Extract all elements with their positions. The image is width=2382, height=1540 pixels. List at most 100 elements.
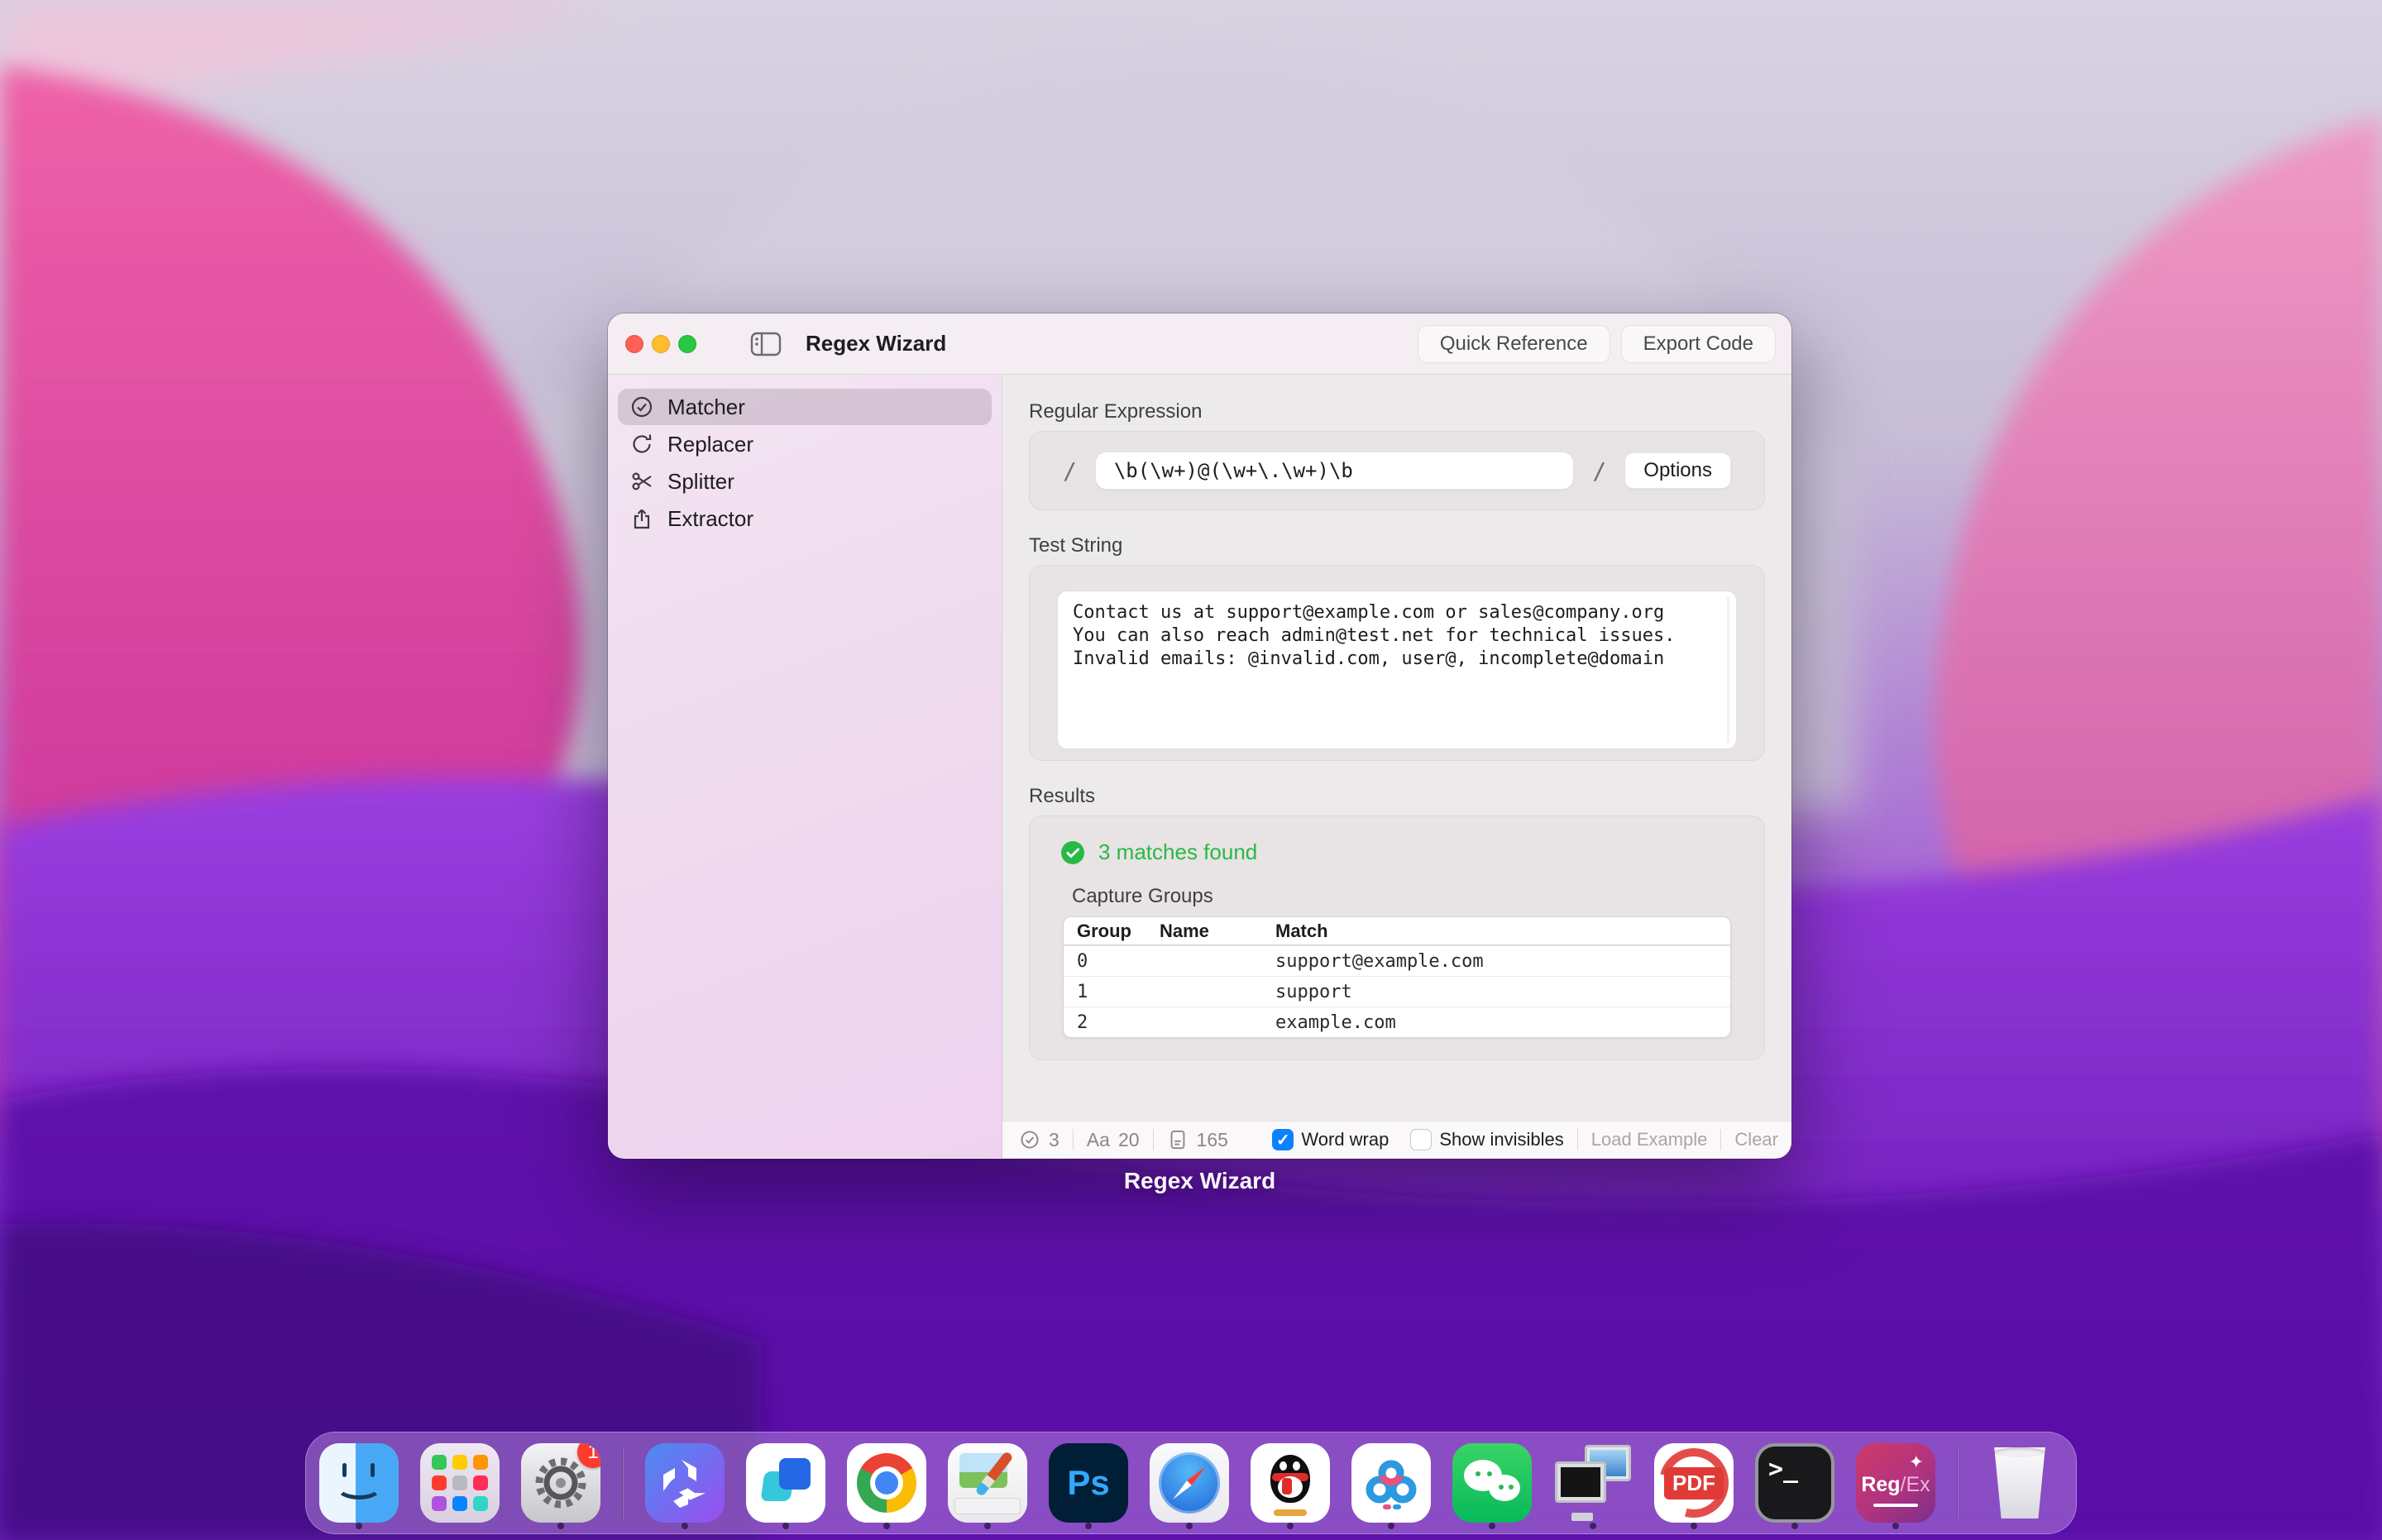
running-indicator: [1489, 1523, 1495, 1529]
regex-wizard-icon: ✦ Reg/Ex: [1856, 1443, 1935, 1523]
paint-app-icon: [948, 1443, 1027, 1523]
sidebar-item-matcher[interactable]: Matcher: [618, 389, 992, 425]
sidebar-item-label: Extractor: [667, 506, 753, 532]
table-row: 1 support: [1064, 976, 1730, 1007]
check-circle-icon: [629, 395, 654, 419]
refresh-icon: [629, 432, 654, 457]
regex-icon-slash: /: [1901, 1473, 1906, 1496]
launchpad-icon: [420, 1443, 500, 1523]
table-row: 0 support@example.com: [1064, 945, 1730, 976]
minimize-button[interactable]: [652, 335, 670, 353]
running-indicator: [1590, 1523, 1596, 1529]
show-invisibles-label: Show invisibles: [1439, 1129, 1563, 1150]
dock-item-docs-app[interactable]: [746, 1437, 825, 1528]
dock-item-paint-app[interactable]: [948, 1437, 1027, 1528]
dock-item-terminal[interactable]: >_: [1755, 1437, 1834, 1528]
titlebar[interactable]: Regex Wizard Quick Reference Export Code: [608, 313, 1791, 375]
terminal-icon: >_: [1755, 1443, 1834, 1523]
cell-match: support@example.com: [1275, 951, 1730, 972]
cell-match: support: [1275, 982, 1730, 1002]
gear-icon: 1: [521, 1443, 600, 1523]
sidebar-item-label: Replacer: [667, 432, 753, 457]
cell-group: 0: [1077, 951, 1160, 972]
dock-item-remote-desktop[interactable]: [1553, 1437, 1633, 1528]
sidebar-toggle-icon[interactable]: [749, 329, 782, 359]
test-section-label: Test String: [1029, 533, 1765, 558]
terminal-prompt: >_: [1768, 1455, 1798, 1519]
sidebar-item-splitter[interactable]: Splitter: [618, 463, 992, 500]
running-indicator: [1388, 1523, 1394, 1529]
sidebar-item-replacer[interactable]: Replacer: [618, 426, 992, 462]
docs-app-icon: [746, 1443, 825, 1523]
sidebar: Matcher Replacer Splitte: [608, 375, 1002, 1158]
regex-icon-reg: Reg: [1861, 1473, 1900, 1496]
dock-item-trash[interactable]: [1980, 1437, 2059, 1528]
col-header-name: Name: [1160, 921, 1275, 942]
document-icon: [1167, 1129, 1189, 1150]
running-indicator: [1287, 1523, 1294, 1529]
chrome-icon: [847, 1443, 926, 1523]
word-wrap-checkbox[interactable]: [1272, 1129, 1294, 1150]
sidebar-item-label: Splitter: [667, 469, 734, 495]
success-check-icon: [1060, 840, 1085, 865]
trash-icon: [1980, 1443, 2059, 1523]
clear-button[interactable]: Clear: [1734, 1129, 1778, 1150]
dock-item-launchpad[interactable]: [420, 1437, 500, 1528]
dock-item-baidu-netdisk[interactable]: [1351, 1437, 1431, 1528]
dock-item-system-settings[interactable]: 1: [521, 1437, 600, 1528]
options-button[interactable]: Options: [1624, 452, 1731, 489]
dock-item-hexagon-app[interactable]: [645, 1437, 725, 1528]
cell-match: example.com: [1275, 1012, 1730, 1033]
dock-item-chrome[interactable]: [847, 1437, 926, 1528]
hexagon-app-icon: [645, 1443, 725, 1523]
load-example-button[interactable]: Load Example: [1591, 1129, 1708, 1150]
quick-reference-button[interactable]: Quick Reference: [1418, 325, 1610, 363]
regex-section-label: Regular Expression: [1029, 399, 1765, 424]
table-row: 2 example.com: [1064, 1007, 1730, 1037]
regex-pattern-input[interactable]: [1095, 452, 1575, 490]
match-count-icon: [1019, 1129, 1040, 1150]
regex-panel: / / Options: [1029, 431, 1765, 510]
remote-desktop-icon: [1553, 1443, 1633, 1523]
test-line: Invalid emails: @invalid.com, user@, inc…: [1073, 648, 1721, 671]
running-indicator: [1085, 1523, 1092, 1529]
dock-item-wechat[interactable]: [1452, 1437, 1532, 1528]
sidebar-item-extractor[interactable]: Extractor: [618, 500, 992, 537]
dock-item-finder[interactable]: [319, 1437, 399, 1528]
status-match-count: 3: [1049, 1129, 1059, 1151]
regex-wizard-window: Regex Wizard Quick Reference Export Code…: [608, 313, 1791, 1159]
results-panel: 3 matches found Capture Groups Group Nam…: [1029, 815, 1765, 1060]
cell-group: 2: [1077, 1012, 1160, 1033]
dock-divider: [622, 1447, 624, 1519]
status-bar: 3 Aa 20 165: [1002, 1121, 1791, 1158]
dock-item-qq[interactable]: [1251, 1437, 1330, 1528]
col-header-group: Group: [1077, 921, 1160, 942]
regex-open-delimiter: /: [1063, 457, 1077, 485]
running-indicator: [883, 1523, 890, 1529]
running-indicator: [782, 1523, 789, 1529]
test-line: You can also reach admin@test.net for te…: [1073, 624, 1721, 648]
dock-item-pdf-expert[interactable]: PDF: [1654, 1437, 1734, 1528]
dock-item-photoshop[interactable]: Ps: [1049, 1437, 1128, 1528]
dock-divider: [1957, 1447, 1959, 1519]
export-code-button[interactable]: Export Code: [1621, 325, 1776, 363]
zoom-button[interactable]: [678, 335, 696, 353]
close-button[interactable]: [625, 335, 643, 353]
regex-icon-ex: Ex: [1906, 1473, 1930, 1496]
photoshop-icon: Ps: [1049, 1443, 1128, 1523]
show-invisibles-checkbox[interactable]: [1410, 1129, 1432, 1150]
word-wrap-label: Word wrap: [1301, 1129, 1389, 1150]
photoshop-label: Ps: [1067, 1463, 1109, 1503]
table-header-row: Group Name Match: [1064, 917, 1730, 945]
test-string-textarea[interactable]: Contact us at support@example.com or sal…: [1057, 591, 1737, 749]
dock-item-safari[interactable]: [1150, 1437, 1229, 1528]
pdf-label: PDF: [1664, 1467, 1724, 1499]
running-indicator: [1892, 1523, 1899, 1529]
regex-close-delimiter: /: [1592, 457, 1606, 485]
test-panel: Contact us at support@example.com or sal…: [1029, 565, 1765, 761]
dock-item-regex-wizard[interactable]: ✦ Reg/Ex: [1856, 1437, 1935, 1528]
status-char-count: 165: [1197, 1129, 1228, 1151]
textarea-scrollbar[interactable]: [1727, 596, 1729, 744]
wechat-icon: [1452, 1443, 1532, 1523]
running-indicator: [1691, 1523, 1697, 1529]
